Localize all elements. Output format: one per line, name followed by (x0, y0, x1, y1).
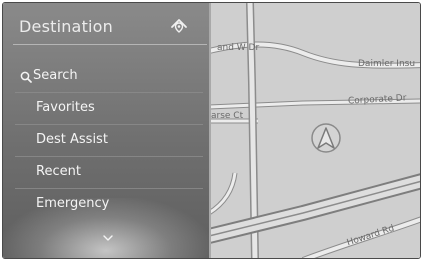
menu-item-label: Search (33, 68, 78, 83)
menu-item-search[interactable]: Search (3, 61, 209, 93)
road-curve-left (207, 172, 238, 216)
menu-item-dest-assist[interactable]: Dest Assist (3, 125, 209, 157)
destination-panel: Destination Search Favorites Dest Assist… (3, 3, 209, 258)
current-position-icon (311, 123, 341, 153)
menu-item-label: Recent (36, 164, 81, 179)
panel-edge (209, 3, 211, 258)
magnifier-icon (20, 71, 32, 83)
destination-settings-icon[interactable] (168, 15, 190, 37)
menu-item-label: Favorites (36, 100, 95, 115)
street-label: and W Dr (217, 43, 260, 53)
navigation-screen: and W Dr Daimler Insu Corporate Dr arse … (2, 2, 421, 259)
menu-item-label: Emergency (36, 196, 110, 211)
panel-title: Destination (19, 17, 114, 36)
menu-item-favorites[interactable]: Favorites (3, 93, 209, 125)
street-label: arse Ct (211, 111, 244, 121)
street-label: Daimler Insu (358, 59, 416, 69)
menu-item-label: Dest Assist (36, 132, 108, 147)
title-divider (13, 44, 207, 45)
menu-item-emergency[interactable]: Emergency (3, 189, 209, 221)
chevron-down-icon[interactable] (103, 235, 113, 241)
menu-item-recent[interactable]: Recent (3, 157, 209, 189)
